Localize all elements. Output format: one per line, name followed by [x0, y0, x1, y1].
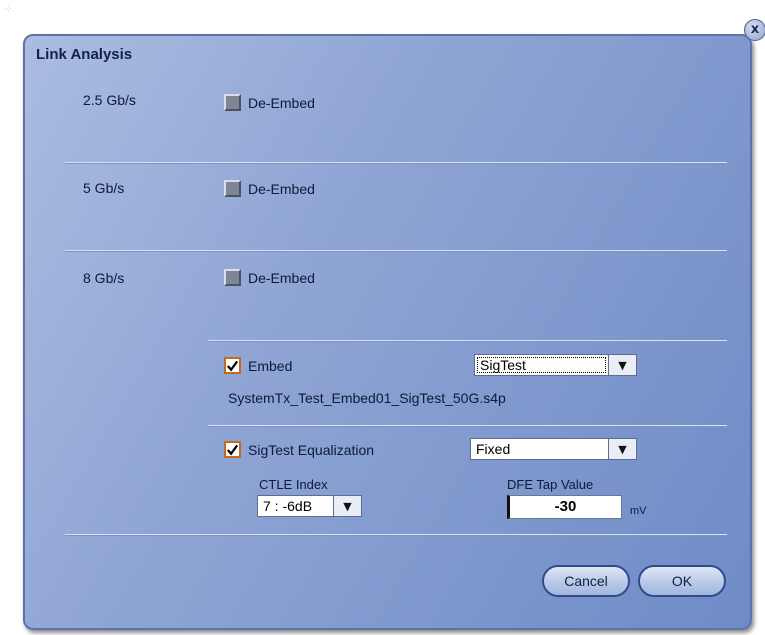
sigtest-equalization-checkbox[interactable]: SigTest Equalization	[224, 441, 374, 458]
checkbox-label: Embed	[248, 357, 293, 374]
checkmark-icon	[227, 360, 239, 372]
dropdown-arrow-icon[interactable]: ▼	[608, 439, 636, 459]
checkbox-box[interactable]	[224, 441, 241, 458]
divider	[65, 534, 727, 536]
rate-label-8: 8 Gb/s	[83, 270, 125, 286]
checkbox-label: De-Embed	[248, 269, 315, 286]
checkbox-label: SigTest Equalization	[248, 441, 375, 458]
dfe-tap-value-label: DFE Tap Value	[507, 477, 594, 492]
ok-button[interactable]: OK	[638, 565, 726, 597]
divider	[208, 425, 727, 427]
embed-type-select[interactable]: SigTest ▼	[474, 354, 637, 376]
ctle-index-select[interactable]: 7 : -6dB ▼	[257, 495, 362, 517]
checkbox-box[interactable]	[224, 180, 241, 197]
de-embed-2-5-checkbox[interactable]: De-Embed	[224, 94, 315, 111]
dfe-tap-value-input[interactable]: -30	[507, 495, 622, 519]
dfe-unit-label: mV	[630, 505, 647, 517]
rate-label-5: 5 Gb/s	[83, 180, 125, 196]
checkbox-box[interactable]	[224, 357, 241, 374]
divider	[208, 340, 727, 342]
cancel-button[interactable]: Cancel	[542, 565, 630, 597]
dialog-title: Link Analysis	[36, 46, 133, 63]
embed-checkbox[interactable]: Embed	[224, 357, 292, 374]
checkbox-box[interactable]	[224, 94, 241, 111]
ctle-index-label: CTLE Index	[259, 477, 328, 492]
checkmark-icon	[227, 444, 239, 456]
divider	[65, 162, 727, 164]
close-button[interactable]: x	[744, 19, 765, 41]
drag-grip-icon: ⁘	[4, 4, 13, 15]
equalization-mode-select[interactable]: Fixed ▼	[470, 438, 637, 460]
dropdown-arrow-icon[interactable]: ▼	[333, 496, 361, 516]
select-value: 7 : -6dB	[263, 498, 313, 514]
select-value: Fixed	[476, 441, 511, 457]
de-embed-5-checkbox[interactable]: De-Embed	[224, 180, 315, 197]
dropdown-arrow-icon[interactable]: ▼	[608, 355, 636, 375]
checkbox-box[interactable]	[224, 269, 241, 286]
select-value: SigTest	[475, 355, 608, 375]
divider	[65, 250, 727, 252]
link-analysis-dialog: Link Analysis 2.5 Gb/s De-Embed 5 Gb/s D…	[23, 34, 752, 630]
checkbox-label: De-Embed	[248, 180, 315, 197]
rate-label-2-5: 2.5 Gb/s	[83, 92, 136, 108]
embed-file-name: SystemTx_Test_Embed01_SigTest_50G.s4p	[228, 390, 506, 406]
checkbox-label: De-Embed	[248, 94, 315, 111]
de-embed-8-checkbox[interactable]: De-Embed	[224, 269, 315, 286]
